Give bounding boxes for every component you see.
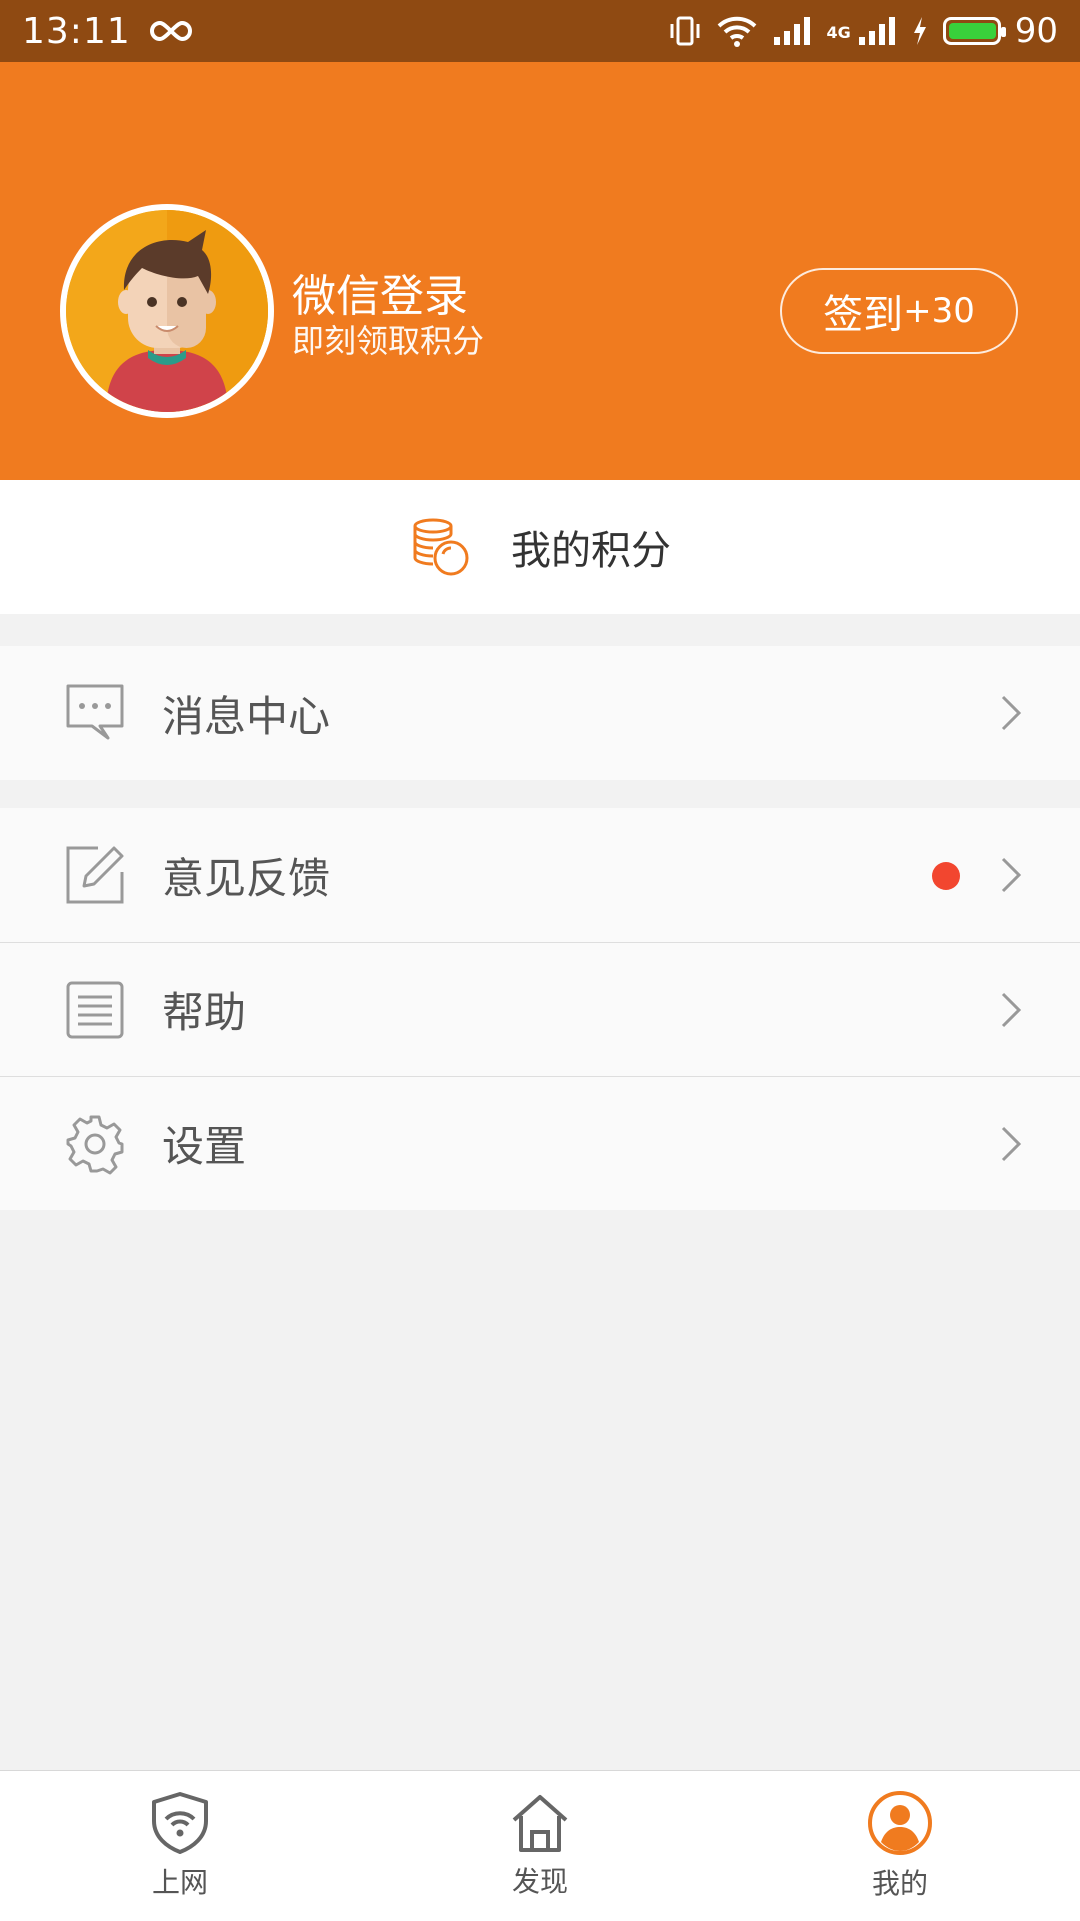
checkin-label: 签到: [823, 292, 904, 338]
chevron-right-icon: [1001, 857, 1022, 893]
tab-internet[interactable]: 上网: [0, 1771, 360, 1921]
vibrate-icon: [670, 16, 700, 46]
avatar-face-icon: [66, 210, 268, 412]
login-title[interactable]: 微信登录: [292, 260, 468, 324]
infinity-icon: [149, 20, 192, 42]
wifi-icon: [718, 16, 757, 47]
status-bar: 13:11 4G 90: [0, 0, 1080, 62]
signal-icon-2: [858, 17, 895, 45]
menu-item-feedback[interactable]: 意见反馈: [0, 808, 1080, 942]
shield-wifi-icon: [152, 1792, 208, 1854]
home-icon: [512, 1795, 568, 1852]
profile-header: 微信登录 即刻领取积分 签到 +30: [0, 62, 1080, 480]
my-points-row[interactable]: 我的积分: [0, 480, 1080, 614]
avatar[interactable]: [60, 204, 274, 418]
menu-group-messages: 消息中心: [0, 646, 1080, 780]
notification-dot: [932, 862, 960, 890]
list-icon: [66, 981, 124, 1038]
menu-item-settings[interactable]: 设置: [0, 1076, 1080, 1210]
chevron-right-icon: [1001, 695, 1022, 731]
menu-item-messages[interactable]: 消息中心: [0, 646, 1080, 780]
tab-label-mine: 我的: [871, 1867, 928, 1900]
edit-icon: [66, 846, 124, 904]
bottom-tab-bar: 上网 发现 我的: [0, 1770, 1080, 1921]
chevron-right-icon: [1001, 1126, 1022, 1162]
checkin-bonus: +30: [903, 291, 975, 331]
tab-discover[interactable]: 发现: [360, 1771, 720, 1921]
my-points-label: 我的积分: [511, 528, 671, 574]
menu-label-settings: 设置: [162, 1122, 247, 1171]
charging-icon: [913, 17, 926, 45]
tab-label-internet: 上网: [151, 1866, 208, 1899]
profile-icon: [868, 1791, 932, 1855]
chevron-right-icon: [1001, 992, 1022, 1028]
battery-icon: [942, 17, 1006, 45]
network-type: 4G: [826, 23, 851, 42]
message-icon: [66, 684, 124, 740]
menu-item-help[interactable]: 帮助: [0, 942, 1080, 1076]
login-subtitle: 即刻领取积分: [292, 322, 485, 360]
tab-label-discover: 发现: [511, 1865, 568, 1898]
status-time: 13:11: [22, 10, 131, 52]
signal-icon: [774, 17, 811, 45]
menu-label-feedback: 意见反馈: [162, 853, 331, 903]
coins-icon: [413, 518, 469, 576]
menu-label-messages: 消息中心: [162, 691, 331, 741]
gear-icon: [66, 1115, 124, 1174]
menu-group-main: 意见反馈 帮助 设置: [0, 808, 1080, 1210]
tab-mine[interactable]: 我的: [720, 1771, 1080, 1921]
battery-level: 90: [1014, 11, 1058, 51]
menu-label-help: 帮助: [162, 988, 247, 1037]
checkin-button[interactable]: 签到 +30: [780, 268, 1018, 354]
